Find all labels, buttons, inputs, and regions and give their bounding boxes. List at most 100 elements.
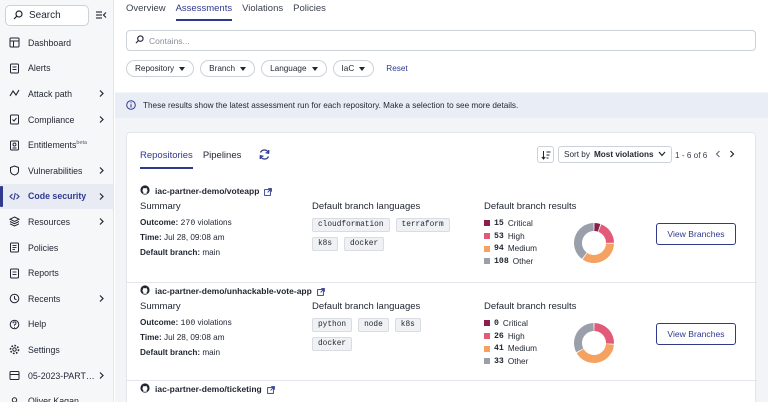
card-tab-repositories[interactable]: Repositories <box>140 149 193 169</box>
sidebar-item-compliance[interactable]: Compliance <box>0 107 113 133</box>
sidebar-search[interactable]: Search <box>5 5 89 26</box>
sidebar-item-oliver-kagan[interactable]: Oliver Kagan <box>0 388 113 402</box>
sort-direction-icon[interactable] <box>537 146 554 163</box>
sidebar-item-label: Help <box>28 319 47 330</box>
info-icon <box>126 99 136 112</box>
external-link-icon[interactable] <box>316 287 325 296</box>
sidebar-item-attack-path[interactable]: Attack path <box>0 81 113 107</box>
search-icon <box>13 9 23 22</box>
donut-slice-high <box>598 224 614 243</box>
reset-button[interactable]: Reset <box>386 64 407 73</box>
legend-item-other: 33 Other <box>484 355 537 368</box>
sidebar-item-vulnerabilities[interactable]: Vulnerabilities <box>0 158 113 184</box>
legend-count: 108 <box>494 256 509 266</box>
compliance-icon <box>9 114 20 125</box>
sidebar-item-label: Dashboard <box>28 37 72 48</box>
results-heading: Default branch results <box>484 201 577 212</box>
github-icon <box>140 285 150 297</box>
search-input[interactable]: Contains... <box>126 30 756 51</box>
repo-name[interactable]: iac-partner-demo/ticketing <box>155 384 262 394</box>
outcome-value: 100 <box>180 319 196 328</box>
tab-overview[interactable]: Overview <box>126 2 166 21</box>
tab-policies[interactable]: Policies <box>293 2 326 21</box>
sidebar: Search Dashboard Alerts Attack path Complia… <box>0 0 114 402</box>
external-link-icon[interactable] <box>264 187 273 196</box>
chevron-right-icon <box>98 89 105 98</box>
collapse-sidebar-icon[interactable] <box>95 9 107 21</box>
results-donut-chart <box>574 223 614 263</box>
legend-count: 33 <box>494 356 504 366</box>
filter-bar: Repository Branch Language IaC Reset <box>126 60 408 77</box>
results-heading: Default branch results <box>484 301 577 312</box>
sidebar-item-label: Compliance <box>28 114 75 125</box>
repo-name[interactable]: iac-partner-demo/unhackable-vote-app <box>155 286 312 296</box>
external-link-icon[interactable] <box>266 385 275 394</box>
sidebar-item-dashboard[interactable]: Dashboard <box>0 30 113 56</box>
legend-swatch <box>484 358 490 365</box>
time-label: Time: <box>140 333 162 342</box>
legend-item-medium: 41 Medium <box>484 342 537 355</box>
repo-name[interactable]: iac-partner-demo/voteapp <box>155 186 259 196</box>
sidebar-item-05-2023-part[interactable]: 05-2023-PART… <box>0 363 113 389</box>
tab-assessments[interactable]: Assessments <box>175 2 233 21</box>
filter-branch[interactable]: Branch <box>200 60 256 77</box>
sidebar-item-code-security[interactable]: Code security <box>0 183 113 210</box>
policies-icon <box>9 242 20 253</box>
view-branches-button[interactable]: View Branches <box>656 223 736 245</box>
tenant-icon <box>9 370 20 381</box>
filter-language[interactable]: Language <box>261 60 327 77</box>
sidebar-item-reports[interactable]: Reports <box>0 260 113 286</box>
refresh-icon[interactable] <box>258 148 271 161</box>
github-icon <box>140 185 150 197</box>
sidebar-item-policies[interactable]: Policies <box>0 235 113 261</box>
language-chip: docker <box>344 237 385 251</box>
legend-item-high: 53 High <box>484 230 537 243</box>
pagination: 1 - 6 of 6 <box>675 150 735 160</box>
sidebar-item-recents[interactable]: Recents <box>0 286 113 312</box>
summary-heading: Summary <box>140 201 181 212</box>
language-chips: cloudformation terraform k8s docker <box>312 218 452 251</box>
sort-select[interactable]: Sort by Most violations <box>558 146 672 163</box>
sidebar-item-label: Policies <box>28 242 59 253</box>
chevron-right-icon[interactable] <box>729 150 735 160</box>
time-value: Jul 28, 09:08 am <box>163 233 225 242</box>
sidebar-item-label: 05-2023-PART… <box>28 370 95 381</box>
card-tab-pipelines[interactable]: Pipelines <box>203 149 242 169</box>
filter-repository[interactable]: Repository <box>126 60 195 77</box>
donut-slice-high <box>594 323 614 344</box>
legend-label: Medium <box>507 244 537 254</box>
chevron-right-icon <box>98 192 105 201</box>
top-bar: Overview Assessments Violations Policies Co… <box>115 0 768 92</box>
tab-violations[interactable]: Violations <box>242 2 283 21</box>
outcome-label: Outcome: <box>140 218 179 227</box>
chevron-right-icon <box>98 115 105 124</box>
reports-icon <box>9 268 20 279</box>
caret-down-icon <box>240 66 247 71</box>
vulnerabilities-icon <box>9 165 20 176</box>
attack-path-icon <box>9 88 20 99</box>
sidebar-item-help[interactable]: Help <box>0 312 113 338</box>
settings-icon <box>9 344 20 355</box>
legend-swatch <box>484 333 490 340</box>
legend-label: Critical <box>507 218 533 228</box>
time-line: Time: Jul 28, 09:08 am <box>140 233 225 242</box>
branch-line: Default branch: main <box>140 248 220 257</box>
branch-value: main <box>202 348 221 357</box>
caret-down-icon <box>179 66 186 71</box>
view-branches-button[interactable]: View Branches <box>656 323 736 345</box>
search-placeholder: Contains... <box>149 35 190 46</box>
sidebar-item-label-wrap: Entitlementsbeta <box>28 140 87 150</box>
results-legend: 0 Critical 26 High 41 Medium 33 Other <box>484 317 537 368</box>
legend-swatch <box>484 345 490 352</box>
sidebar-item-alerts[interactable]: Alerts <box>0 56 113 82</box>
sidebar-nav: Dashboard Alerts Attack path Compliance Enti… <box>0 30 113 402</box>
sidebar-item-settings[interactable]: Settings <box>0 337 113 363</box>
chevron-left-icon[interactable] <box>715 150 721 160</box>
filter-label: Repository <box>135 64 175 73</box>
sidebar-item-entitlements[interactable]: Entitlementsbeta <box>0 132 113 158</box>
branch-label: Default branch: <box>140 348 201 357</box>
sidebar-item-resources[interactable]: Resources <box>0 209 113 235</box>
table-row: iac-partner-demo/ticketing <box>127 381 757 402</box>
languages-heading: Default branch languages <box>312 201 421 212</box>
filter-iac[interactable]: IaC <box>332 60 375 77</box>
